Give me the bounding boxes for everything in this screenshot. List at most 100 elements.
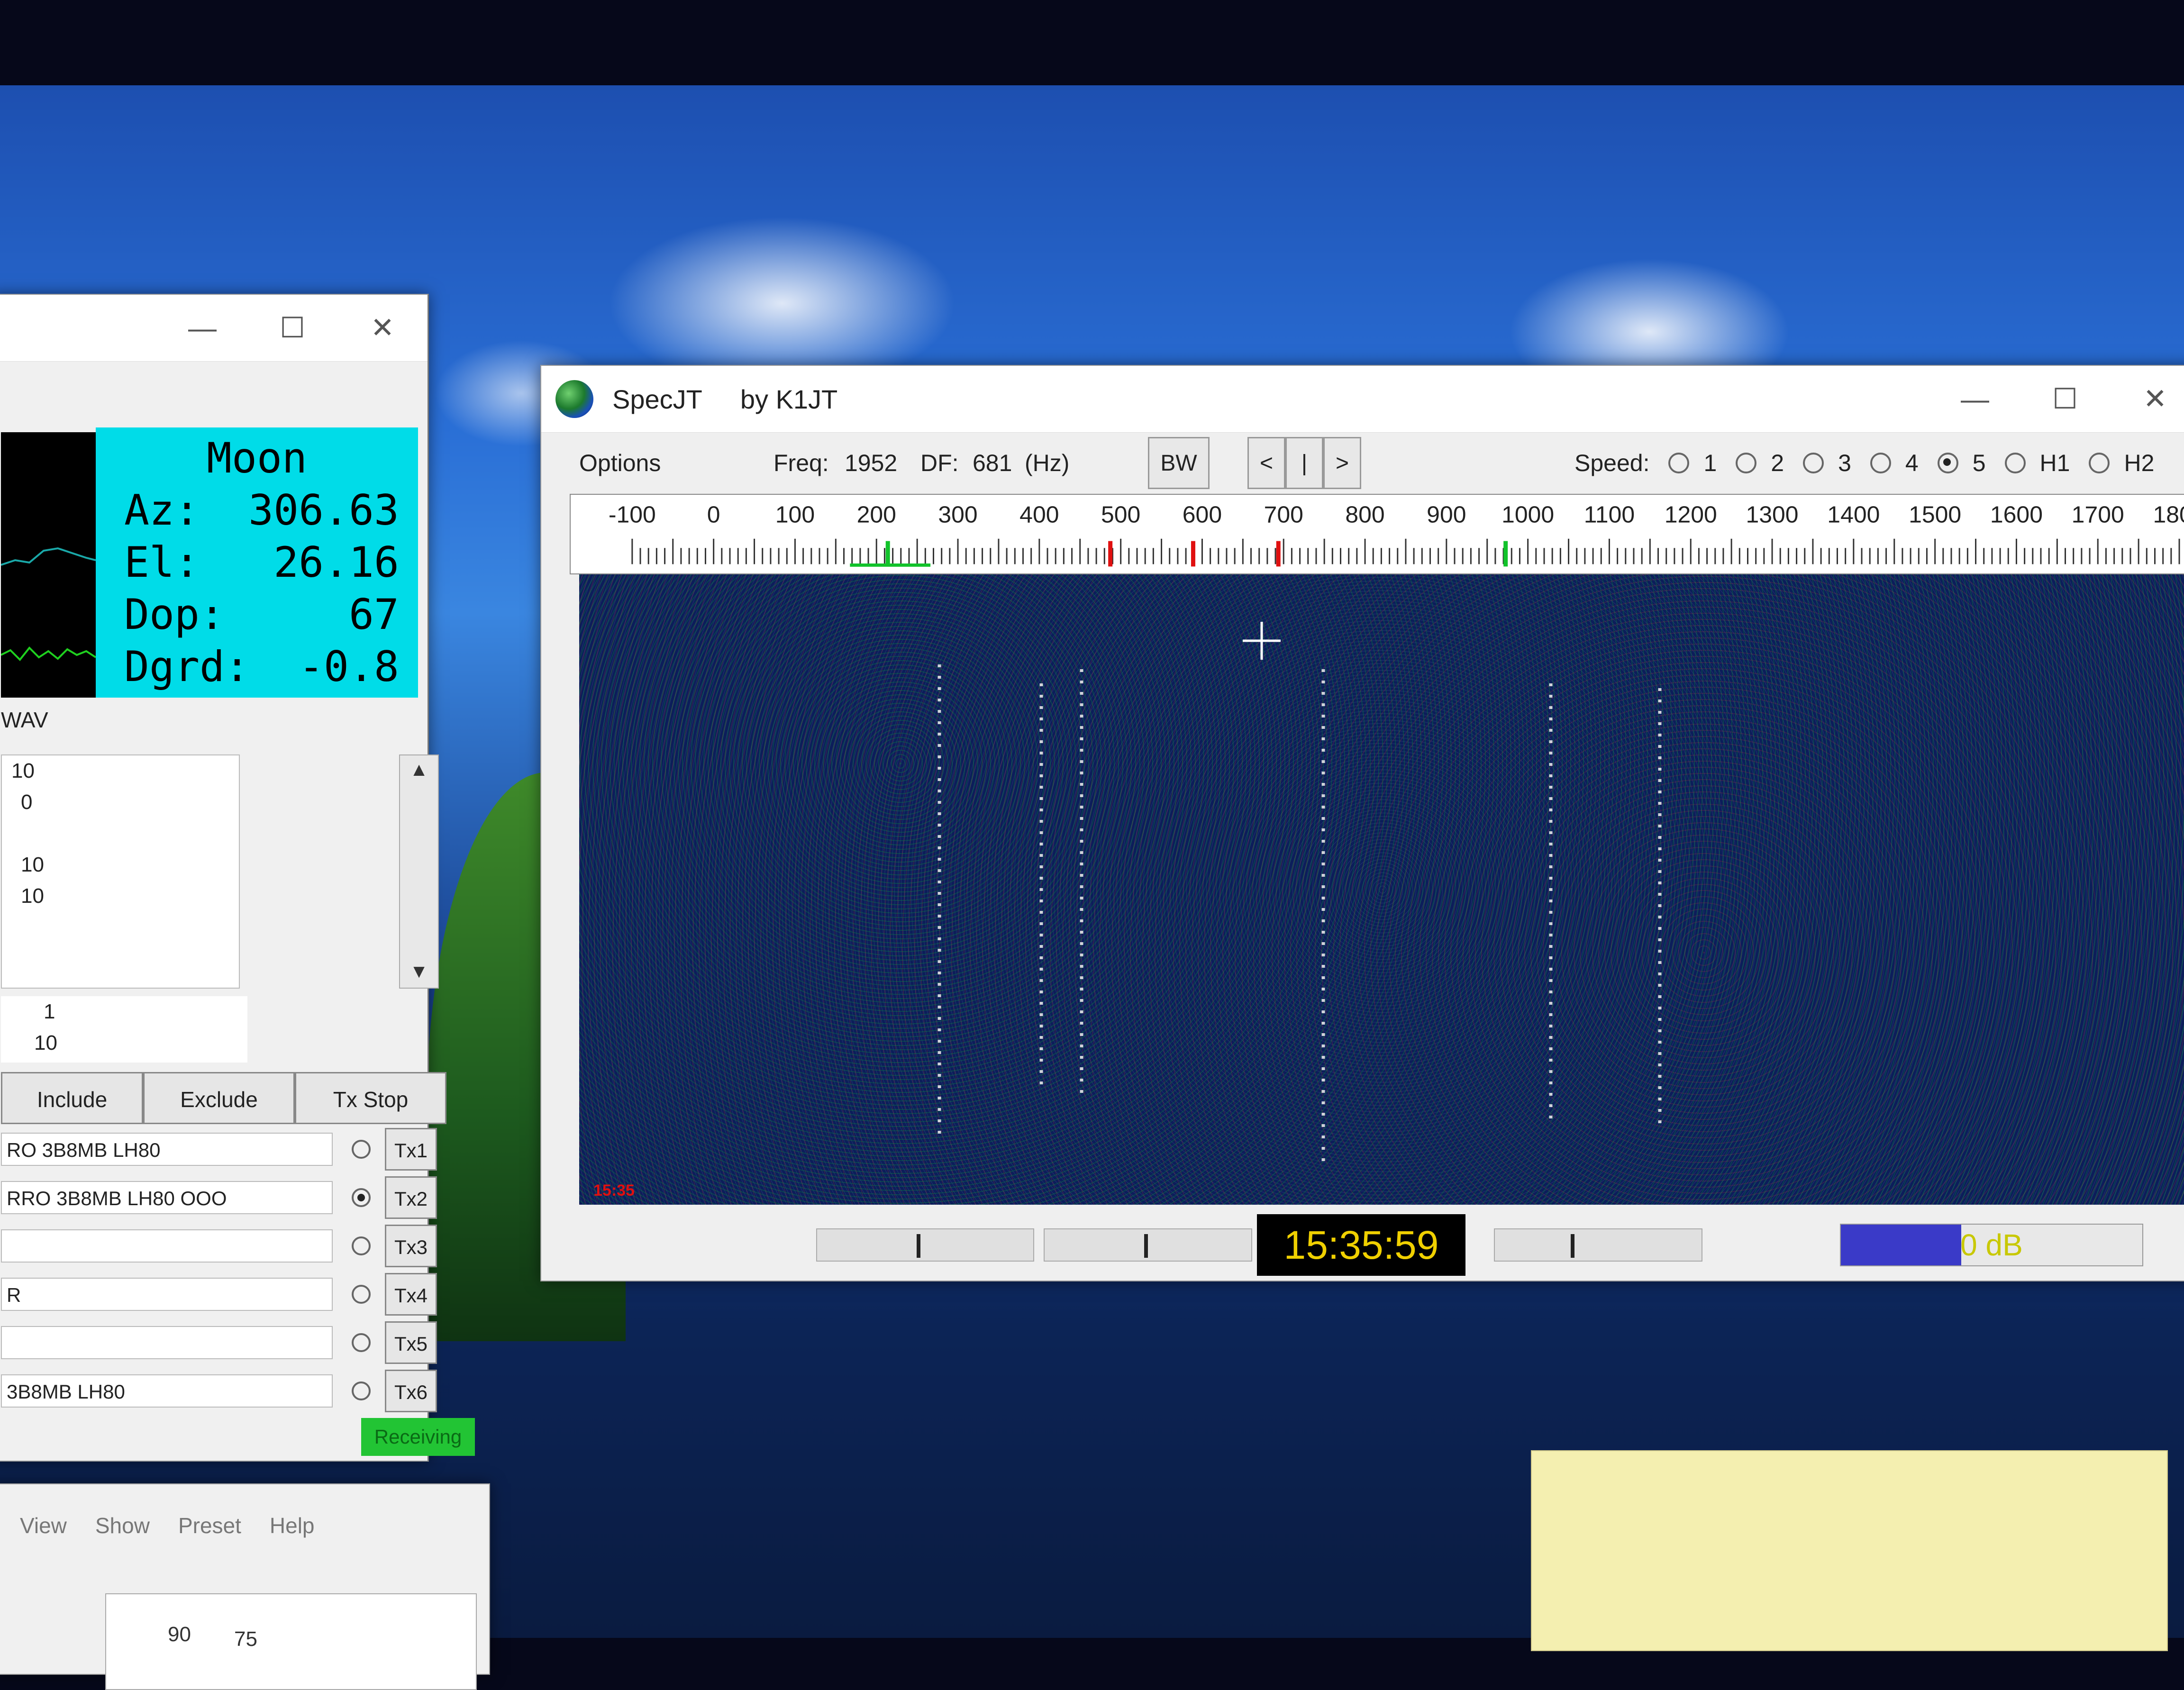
- list-item[interactable]: 0: [2, 787, 239, 818]
- speed-3-radio[interactable]: [1803, 453, 1824, 473]
- scroll-up-icon[interactable]: ▲: [400, 755, 438, 784]
- wsjt-main-window: — ☐ ✕ Moon Az: 306.63 El: 26.16 Dop: 67 Dgr…: [0, 294, 475, 1462]
- minimize-icon[interactable]: —: [157, 295, 247, 361]
- list-scrollbar[interactable]: ▲ ▼: [399, 754, 439, 989]
- tx5-message-field[interactable]: [1, 1326, 333, 1359]
- utc-clock: 15:35:59: [1257, 1214, 1465, 1276]
- close-icon[interactable]: ✕: [2110, 366, 2184, 432]
- brightness-slider[interactable]: [816, 1228, 1034, 1262]
- slider-thumb[interactable]: [1144, 1234, 1148, 1258]
- globe-icon: [555, 380, 593, 418]
- waterfall-time-label: 15:35: [593, 1181, 635, 1199]
- tx6-button[interactable]: Tx6: [385, 1370, 437, 1412]
- tx3-radio[interactable]: [352, 1236, 371, 1255]
- az-label: Az:: [124, 486, 200, 535]
- exclude-button[interactable]: Exclude: [143, 1072, 295, 1124]
- scale-label: 1600: [1990, 502, 2043, 527]
- maximize-icon[interactable]: ☐: [247, 295, 337, 361]
- scale-label: 1400: [1827, 502, 1880, 527]
- gain-slider[interactable]: [1494, 1228, 1702, 1262]
- tx-stop-button[interactable]: Tx Stop: [295, 1072, 446, 1124]
- speed-h1-radio[interactable]: [2004, 453, 2026, 473]
- speed-4-label: 4: [1905, 450, 1919, 476]
- signal-scope: [0, 432, 97, 698]
- menu-show[interactable]: Show: [95, 1513, 150, 1538]
- tx4-message-field[interactable]: R: [1, 1278, 333, 1311]
- freq-label: Freq:: [774, 450, 829, 476]
- list-item[interactable]: 10: [2, 849, 239, 881]
- list-item[interactable]: 10: [1, 1027, 247, 1059]
- tx2-message-field[interactable]: RRO 3B8MB LH80 OOO: [1, 1181, 333, 1214]
- decode-list[interactable]: 10 0 10 10: [1, 754, 240, 989]
- menu-help[interactable]: Help: [270, 1513, 315, 1538]
- tx4-button[interactable]: Tx4: [385, 1273, 437, 1316]
- el-label: El:: [124, 538, 200, 587]
- scale-label: 1200: [1665, 502, 1717, 527]
- tx3-button[interactable]: Tx3: [385, 1225, 437, 1267]
- value-box: 90 75: [105, 1593, 477, 1690]
- tx1-radio[interactable]: [352, 1140, 371, 1159]
- tx5-button[interactable]: Tx5: [385, 1321, 437, 1364]
- menu-bar: View Show Preset Help: [0, 1484, 489, 1538]
- menu-view[interactable]: View: [20, 1513, 67, 1538]
- close-icon[interactable]: ✕: [337, 295, 428, 361]
- tx6-message-field[interactable]: 3B8MB LH80: [1, 1374, 333, 1408]
- menu-preset[interactable]: Preset: [178, 1513, 241, 1538]
- speed-1-radio[interactable]: [1668, 453, 1690, 473]
- value-90: 90: [168, 1623, 191, 1646]
- scale-label: 100: [775, 502, 815, 527]
- maximize-icon[interactable]: ☐: [2020, 366, 2110, 432]
- scale-label: 600: [1183, 502, 1222, 527]
- frequency-scale[interactable]: -100 0 100 200 300 400 500 600 700 800 900 1000 1100…: [570, 494, 2184, 574]
- list-item[interactable]: 10: [2, 755, 239, 787]
- specjt-titlebar[interactable]: SpecJT by K1JT — ☐ ✕: [541, 366, 2184, 433]
- wav-label: WAV: [1, 708, 48, 732]
- slider-thumb[interactable]: [917, 1234, 920, 1258]
- specjt-toolbar: Options Freq: 1952 DF: 681 (Hz) BW < | >…: [541, 432, 2184, 494]
- options-menu[interactable]: Options: [579, 449, 661, 477]
- list-item[interactable]: 10: [2, 881, 239, 912]
- sticky-note[interactable]: [1531, 1450, 2168, 1651]
- df-unit: (Hz): [1025, 450, 1070, 476]
- scale-label: 1700: [2072, 502, 2124, 527]
- window-subtitle: by K1JT: [740, 384, 838, 414]
- speed-h1-label: H1: [2039, 450, 2070, 476]
- tx4-radio[interactable]: [352, 1285, 371, 1304]
- tx-row-4: R Tx4: [1, 1273, 437, 1316]
- center-button[interactable]: |: [1285, 437, 1323, 489]
- signal-level-meter: 0 dB: [1840, 1224, 2143, 1266]
- list-item[interactable]: [2, 818, 239, 849]
- action-button-row: Include Exclude Tx Stop: [1, 1072, 446, 1124]
- scale-label: 200: [857, 502, 896, 527]
- waterfall-display[interactable]: 15:35: [579, 574, 2184, 1205]
- tx-row-3: Tx3: [1, 1225, 437, 1267]
- freq-value: 1952: [845, 450, 898, 476]
- tx-row-2: RRO 3B8MB LH80 OOO Tx2: [1, 1176, 437, 1219]
- tx5-radio[interactable]: [352, 1333, 371, 1352]
- scroll-down-icon[interactable]: ▼: [400, 957, 438, 986]
- prev-button[interactable]: <: [1247, 437, 1285, 489]
- tx1-message-field[interactable]: RO 3B8MB LH80: [1, 1133, 333, 1166]
- speed-h2-radio[interactable]: [2089, 453, 2110, 473]
- contrast-slider[interactable]: [1044, 1228, 1252, 1262]
- scale-label: 1300: [1746, 502, 1799, 527]
- average-list[interactable]: 1 10: [1, 996, 247, 1063]
- minimize-icon[interactable]: —: [1930, 366, 2020, 432]
- tx1-button[interactable]: Tx1: [385, 1128, 437, 1171]
- slider-thumb[interactable]: [1571, 1234, 1574, 1258]
- tx2-button[interactable]: Tx2: [385, 1176, 437, 1219]
- next-button[interactable]: >: [1323, 437, 1361, 489]
- el-value: 26.16: [273, 538, 399, 587]
- moon-info-panel: Moon Az: 306.63 El: 26.16 Dop: 67 Dgrd: -0.8: [96, 427, 418, 698]
- include-button[interactable]: Include: [1, 1072, 143, 1124]
- speed-2-radio[interactable]: [1736, 453, 1757, 473]
- list-item[interactable]: 1: [1, 996, 247, 1027]
- tx2-radio[interactable]: [352, 1188, 371, 1207]
- speed-4-radio[interactable]: [1870, 453, 1891, 473]
- tx6-radio[interactable]: [352, 1381, 371, 1400]
- bw-button[interactable]: BW: [1148, 437, 1210, 489]
- speed-5-radio[interactable]: [1937, 453, 1958, 473]
- tx-row-6: 3B8MB LH80 Tx6: [1, 1370, 437, 1412]
- tx3-message-field[interactable]: [1, 1229, 333, 1263]
- wsjt-titlebar[interactable]: — ☐ ✕: [0, 295, 428, 362]
